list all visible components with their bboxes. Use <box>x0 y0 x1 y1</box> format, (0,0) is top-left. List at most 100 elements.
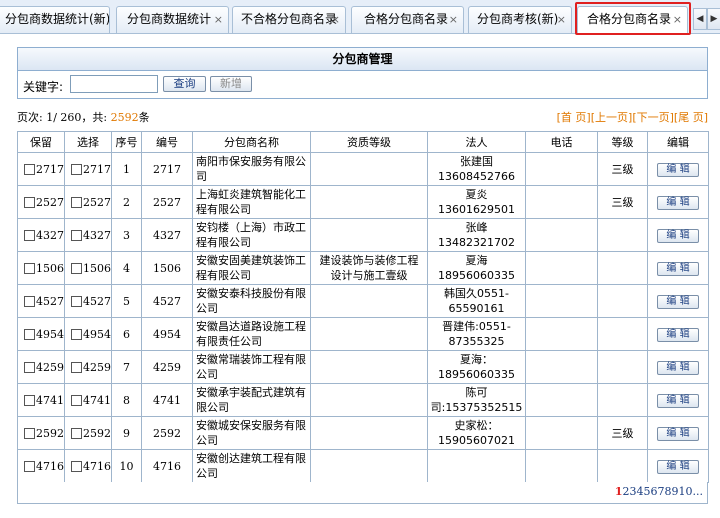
keep-value: 2717 <box>36 162 64 176</box>
select-checkbox[interactable] <box>71 328 82 340</box>
prev-page-link[interactable]: [上一页] <box>591 111 633 124</box>
tab-qualified-list-active[interactable]: 合格分包商名录 × <box>577 6 688 34</box>
edit-button[interactable]: 编 辑 <box>657 228 699 243</box>
edit-button[interactable]: 编 辑 <box>657 294 699 309</box>
page-number-link[interactable]: 5 <box>644 485 651 498</box>
select-checkbox[interactable] <box>71 460 82 472</box>
phone <box>525 383 598 417</box>
edit-button[interactable]: 编 辑 <box>657 459 699 474</box>
row-code: 4741 <box>141 383 193 417</box>
close-icon[interactable]: × <box>214 7 223 32</box>
close-icon[interactable]: × <box>449 7 458 32</box>
keyword-input[interactable] <box>70 75 158 93</box>
edit-button[interactable]: 编 辑 <box>657 195 699 210</box>
select-checkbox[interactable] <box>71 163 82 175</box>
last-page-link[interactable]: [尾 页] <box>674 111 708 124</box>
keep-checkbox[interactable] <box>24 163 35 175</box>
select-checkbox[interactable] <box>71 427 82 439</box>
tab-subcontractor-assessment-new[interactable]: 分包商考核(新) × <box>468 6 572 33</box>
page-number-current[interactable]: 1 <box>615 485 623 498</box>
total-count: 2592 <box>110 111 139 124</box>
page-number-link[interactable]: 6 <box>651 485 658 498</box>
select-checkbox[interactable] <box>71 229 82 241</box>
select-value: 4741 <box>83 393 111 407</box>
page-number-link[interactable]: 3 <box>630 485 637 498</box>
keep-checkbox[interactable] <box>24 328 35 340</box>
keep-value: 4954 <box>36 327 64 341</box>
tab-label: 合格分包商名录 <box>364 12 449 26</box>
add-button[interactable]: 新增 <box>210 76 252 92</box>
grade <box>597 449 648 483</box>
tab-subcontractor-stats[interactable]: 分包商数据统计 × <box>116 6 229 33</box>
page-number-link[interactable]: 8 <box>665 485 672 498</box>
phone <box>525 350 598 384</box>
row-index: 9 <box>111 416 142 450</box>
page-number-link[interactable]: 7 <box>658 485 665 498</box>
keep-checkbox[interactable] <box>24 460 35 472</box>
page-number-link[interactable]: 9 <box>672 485 679 498</box>
edit-cell: 编 辑 <box>647 152 709 186</box>
keep-value: 2592 <box>36 426 64 440</box>
close-icon[interactable]: × <box>95 7 104 32</box>
table-row: 4527 4527 5 4527 安徽安泰科技股份有限公司 韩国久0551-6559016… <box>17 284 709 318</box>
subcontractor-name: 安徽创达建筑工程有限公司 <box>192 449 311 483</box>
row-code: 4259 <box>141 350 193 384</box>
keep-checkbox[interactable] <box>24 394 35 406</box>
keep-cell: 4527 <box>17 284 65 318</box>
edit-cell: 编 辑 <box>647 416 709 450</box>
scroll-left-icon[interactable]: ◀ <box>693 8 707 30</box>
table-row: 4954 4954 6 4954 安徽昌达道路设施工程有限责任公司 晋建伟:0551-87… <box>17 317 709 351</box>
tab-qualified-list[interactable]: 合格分包商名录 × <box>351 6 464 33</box>
keep-checkbox[interactable] <box>24 361 35 373</box>
tab-subcontractor-stats-new[interactable]: 分包商数据统计(新) × <box>0 6 110 33</box>
scroll-right-icon[interactable]: ▶ <box>707 8 720 30</box>
next-page-link[interactable]: [下一页] <box>632 111 674 124</box>
qualification-level <box>310 350 428 384</box>
select-cell: 2717 <box>64 152 112 186</box>
keep-cell: 2527 <box>17 185 65 219</box>
page-number-link[interactable]: 4 <box>637 485 644 498</box>
keep-checkbox[interactable] <box>24 262 35 274</box>
edit-button[interactable]: 编 辑 <box>657 261 699 276</box>
tab-unqualified-list[interactable]: 不合格分包商名录 × <box>232 6 346 33</box>
grade <box>597 383 648 417</box>
page-number-link[interactable]: 10 <box>679 485 693 498</box>
select-checkbox[interactable] <box>71 295 82 307</box>
keep-checkbox[interactable] <box>24 427 35 439</box>
edit-button[interactable]: 编 辑 <box>657 393 699 408</box>
page-more-link[interactable]: ... <box>693 485 704 498</box>
edit-button[interactable]: 编 辑 <box>657 327 699 342</box>
tab-strip: 分包商数据统计(新) × 分包商数据统计 × 不合格分包商名录 × 合格分包商名… <box>0 0 720 34</box>
keep-checkbox[interactable] <box>24 229 35 241</box>
edit-cell: 编 辑 <box>647 185 709 219</box>
page-info-suffix: 条 <box>138 111 150 124</box>
grade <box>597 284 648 318</box>
keep-value: 4259 <box>36 360 64 374</box>
keep-cell: 4741 <box>17 383 65 417</box>
page-number-link[interactable]: 2 <box>623 485 630 498</box>
edit-button[interactable]: 编 辑 <box>657 426 699 441</box>
edit-button[interactable]: 编 辑 <box>657 360 699 375</box>
row-index: 10 <box>111 449 142 483</box>
select-value: 4716 <box>83 459 111 473</box>
edit-button[interactable]: 编 辑 <box>657 162 699 177</box>
edit-cell: 编 辑 <box>647 218 709 252</box>
keep-checkbox[interactable] <box>24 196 35 208</box>
subcontractor-name: 安钧楼（上海）市政工程有限公司 <box>192 218 311 252</box>
select-checkbox[interactable] <box>71 196 82 208</box>
tab-label: 不合格分包商名录 <box>241 12 338 26</box>
qualification-level <box>310 284 428 318</box>
select-checkbox[interactable] <box>71 361 82 373</box>
grade: 三级 <box>597 416 648 450</box>
page-info: 页次: 1/ 260，共: 2592条 <box>17 109 150 125</box>
first-page-link[interactable]: [首 页] <box>557 111 591 124</box>
query-button[interactable]: 查询 <box>163 76 206 92</box>
keep-checkbox[interactable] <box>24 295 35 307</box>
subcontractor-table: 保留 选择 序号 编号 分包商名称 资质等级 法人 电话 等级 编辑 2717 2… <box>17 131 709 483</box>
close-icon[interactable]: × <box>331 7 340 32</box>
close-icon[interactable]: × <box>673 7 682 32</box>
close-icon[interactable]: × <box>557 7 566 32</box>
select-checkbox[interactable] <box>71 394 82 406</box>
select-checkbox[interactable] <box>71 262 82 274</box>
phone <box>525 218 598 252</box>
